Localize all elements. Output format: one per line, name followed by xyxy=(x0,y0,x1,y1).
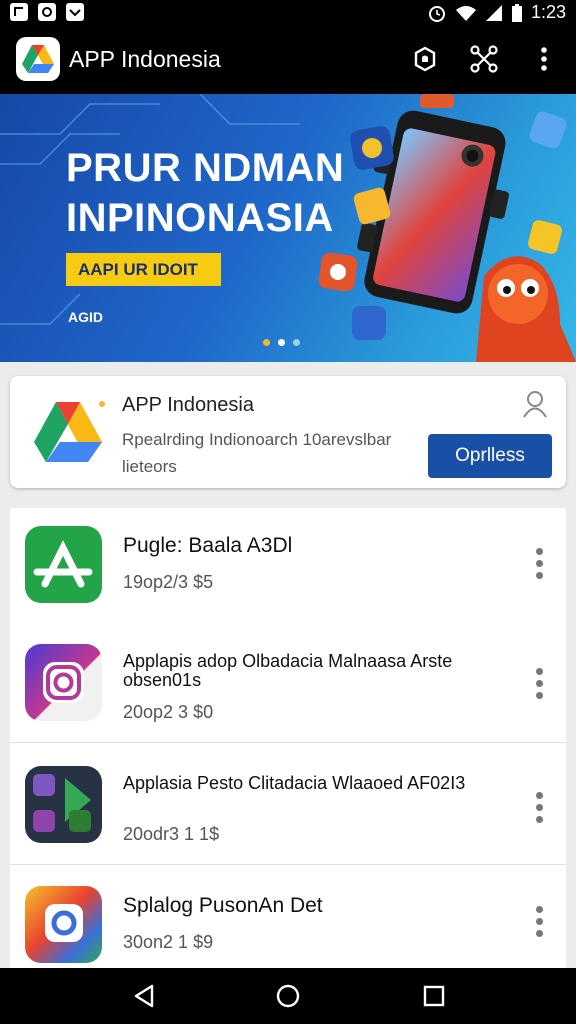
app-bar: APP Indonesia xyxy=(0,26,576,94)
more-options-icon[interactable] xyxy=(536,548,544,582)
alarm-icon xyxy=(428,5,445,22)
download-icon xyxy=(66,3,84,21)
app-store-icon xyxy=(25,526,102,603)
notification-bell-icon[interactable] xyxy=(410,44,440,74)
carousel-dot[interactable] xyxy=(293,339,300,346)
app-title: Applasia Pesto Clitadacia Wlaaoed AF02I3 xyxy=(123,773,466,793)
instagram-icon xyxy=(25,644,102,721)
wifi-icon xyxy=(455,5,476,21)
app-list: Pugle: Baala A3Dl 19op2/3 $5 Applapis ad… xyxy=(10,508,566,968)
notification-icon xyxy=(10,3,28,21)
signal-icon xyxy=(485,4,502,21)
system-nav-bar xyxy=(0,968,576,1024)
app-title: Splalog PusonAn Det xyxy=(123,894,323,917)
banner-headline-2: INPINONASIA xyxy=(66,196,334,240)
app-meta: 20odr3 1 1$ xyxy=(123,824,220,844)
battery-icon xyxy=(511,3,522,22)
more-options-icon[interactable] xyxy=(529,44,559,74)
app-title: APP Indonesia xyxy=(69,46,221,72)
banner-cta-button[interactable]: AAPI UR IDOIT xyxy=(66,253,221,286)
status-bar: 1:23 xyxy=(0,0,576,26)
carousel-dots[interactable] xyxy=(263,339,300,346)
app-logo[interactable] xyxy=(16,37,60,81)
app-meta: 20op2 3 $0 xyxy=(123,702,214,722)
app-meta: 30on2 1 $9 xyxy=(123,932,214,952)
featured-title: APP Indonesia xyxy=(122,394,254,416)
featured-open-button[interactable]: Oprlless xyxy=(428,434,552,478)
play-apps-icon xyxy=(25,766,102,843)
app-title: Pugle: Baala A3Dl xyxy=(123,534,293,557)
more-options-icon[interactable] xyxy=(536,906,544,940)
app-title: Applapis adop Olbadacia Malnaasa Arste o… xyxy=(123,651,453,690)
featured-app-card[interactable]: APP Indonesia Rpealrding Indionoarch 10a… xyxy=(10,376,566,488)
recents-icon[interactable] xyxy=(420,982,448,1010)
carousel-dot[interactable] xyxy=(263,339,270,346)
drive-logo-icon xyxy=(34,401,105,462)
back-icon[interactable] xyxy=(130,982,158,1010)
share-icon[interactable] xyxy=(469,44,499,74)
list-item[interactable]: Splalog PusonAn Det 30on2 1 $9 xyxy=(10,866,566,968)
banner-headline-1: PRUR NDMAN xyxy=(66,146,345,190)
camera-icon xyxy=(38,3,56,21)
promo-banner[interactable]: PRUR NDMAN INPINONASIA AAPI UR IDOIT AGI… xyxy=(0,94,576,362)
carousel-dot[interactable] xyxy=(278,339,285,346)
list-item[interactable]: Pugle: Baala A3Dl 19op2/3 $5 xyxy=(10,508,566,629)
more-options-icon[interactable] xyxy=(536,792,544,826)
user-icon[interactable] xyxy=(522,390,548,418)
list-item[interactable]: Applasia Pesto Clitadacia Wlaaoed AF02I3… xyxy=(10,744,566,865)
featured-description: Rpealrding Indionoarch 10arevslbar liete… xyxy=(122,430,392,476)
camera-app-icon xyxy=(25,886,102,963)
app-meta: 19op2/3 $5 xyxy=(123,572,214,592)
banner-small-text: AGID xyxy=(68,309,103,325)
status-time: 1:23 xyxy=(530,2,566,22)
more-options-icon[interactable] xyxy=(536,668,544,702)
list-item[interactable]: Applapis adop Olbadacia Malnaasa Arste o… xyxy=(10,622,566,743)
home-icon[interactable] xyxy=(274,982,302,1010)
